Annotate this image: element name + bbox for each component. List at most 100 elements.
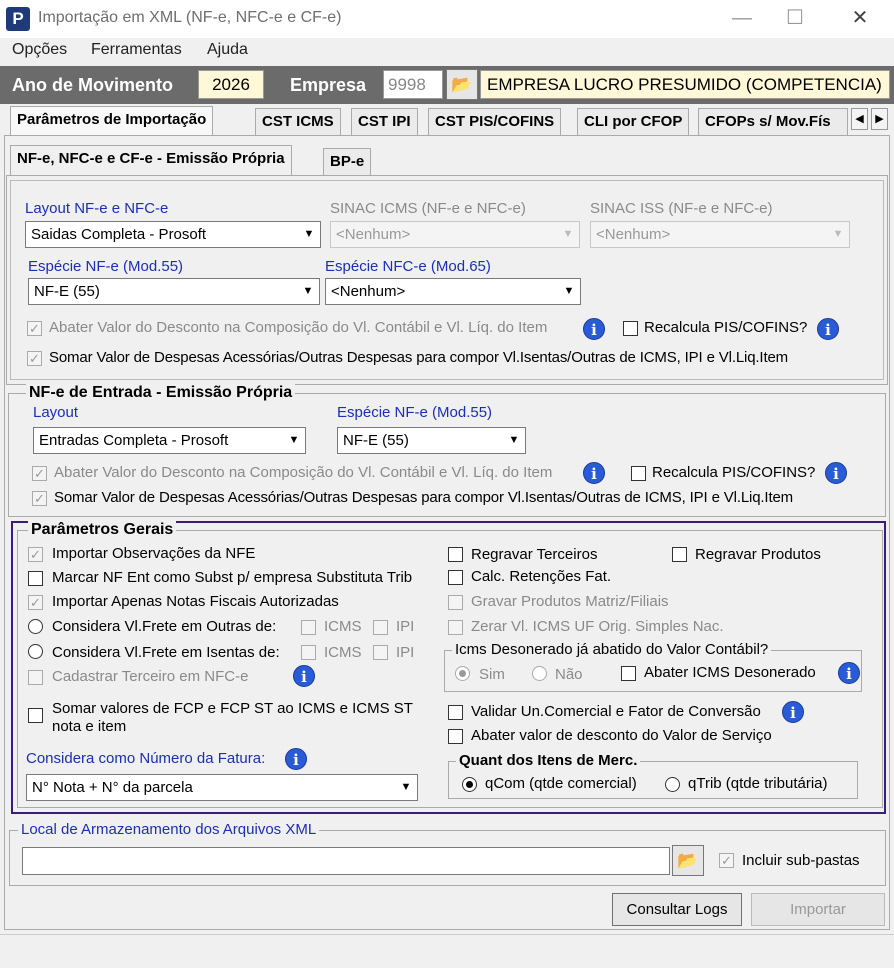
especie-nfe-select[interactable]: NF-E (55) ▼ xyxy=(28,278,320,305)
importar-obs-checkbox[interactable]: ✓ xyxy=(28,547,43,562)
importar-obs-label: Importar Observações da NFE xyxy=(52,545,256,562)
info-icon[interactable]: i xyxy=(825,462,847,484)
minimize-button[interactable]: — xyxy=(722,4,762,32)
sinac-iss-select[interactable]: <Nenhum> ▼ xyxy=(590,221,850,248)
local-path-input[interactable] xyxy=(22,847,670,875)
abater-desonerado-checkbox[interactable] xyxy=(621,666,636,681)
frete-isentas-radio[interactable] xyxy=(28,644,43,659)
recalcula-checkbox[interactable] xyxy=(623,321,638,336)
qcom-radio[interactable] xyxy=(462,777,477,792)
desonerado-sim-radio[interactable] xyxy=(455,666,470,681)
desonerado-nao-radio[interactable] xyxy=(532,666,547,681)
frete-isentas-label: Considera Vl.Frete em Isentas de: xyxy=(52,644,280,661)
frete-isentas-icms-checkbox[interactable] xyxy=(301,645,316,660)
info-icon[interactable]: i xyxy=(817,318,839,340)
especie-nfe-label: Espécie NF-e (Mod.55) xyxy=(28,258,184,275)
importar-button[interactable]: Importar xyxy=(751,893,885,926)
somar-fcp-checkbox[interactable] xyxy=(28,708,43,723)
chevron-down-icon: ▼ xyxy=(400,781,412,793)
importar-autorizadas-checkbox[interactable]: ✓ xyxy=(28,595,43,610)
regravar-produtos-checkbox[interactable] xyxy=(672,547,687,562)
tab-cst-icms[interactable]: CST ICMS xyxy=(255,108,341,136)
close-button[interactable]: ✕ xyxy=(840,4,880,32)
frete-outras-ipi-label: IPI xyxy=(396,618,415,635)
zerar-icms-checkbox[interactable] xyxy=(448,620,463,635)
tab-cfops[interactable]: CFOPs s/ Mov.Fís xyxy=(698,108,848,136)
tab-scroll-left-icon[interactable]: ◀ xyxy=(851,108,868,130)
validar-checkbox[interactable] xyxy=(448,705,463,720)
especie-nfce-label: Espécie NFC-e (Mod.65) xyxy=(325,258,491,275)
empresa-label: Empresa xyxy=(290,75,367,95)
regravar-terceiros-checkbox[interactable] xyxy=(448,547,463,562)
menu-opcoes[interactable]: Opções xyxy=(12,41,67,59)
info-icon[interactable]: i xyxy=(293,665,315,687)
info-icon[interactable]: i xyxy=(285,748,307,770)
chevron-down-icon: ▼ xyxy=(832,228,844,240)
zerar-icms-label: Zerar Vl. ICMS UF Orig. Simples Nac. xyxy=(471,618,724,635)
calc-retencoes-checkbox[interactable] xyxy=(448,570,463,585)
chevron-down-icon: ▼ xyxy=(288,434,300,446)
ano-input[interactable]: 2026 xyxy=(198,70,264,99)
consultar-logs-button[interactable]: Consultar Logs xyxy=(612,893,742,926)
layout-nfe-select[interactable]: Saidas Completa - Prosoft ▼ xyxy=(25,221,321,248)
entrada-abater-label: Abater Valor do Desconto na Composição d… xyxy=(54,464,553,481)
frete-isentas-ipi-checkbox[interactable] xyxy=(373,645,388,660)
menu-ferramentas[interactable]: Ferramentas xyxy=(91,41,182,59)
folder-open-icon[interactable]: 📂 xyxy=(672,845,704,876)
info-icon[interactable]: i xyxy=(782,701,804,723)
sinac-iss-label: SINAC ISS (NF-e e NFC-e) xyxy=(590,200,773,217)
frete-isentas-icms-label: ICMS xyxy=(324,644,362,661)
calc-retencoes-label: Calc. Retenções Fat. xyxy=(471,568,612,585)
abater-desconto-label: Abater Valor do Desconto na Composição d… xyxy=(49,319,548,336)
sinac-icms-select[interactable]: <Nenhum> ▼ xyxy=(330,221,580,248)
subtab-bpe[interactable]: BP-e xyxy=(323,148,372,176)
chevron-down-icon: ▼ xyxy=(563,285,575,297)
tab-cst-pis-cofins[interactable]: CST PIS/COFINS xyxy=(428,108,562,136)
gerais-title: Parâmetros Gerais xyxy=(28,521,177,539)
info-icon[interactable]: i xyxy=(583,462,605,484)
entrada-layout-label: Layout xyxy=(33,404,79,421)
tab-cli-cfop[interactable]: CLI por CFOP xyxy=(577,108,690,136)
incluir-subpastas-checkbox[interactable]: ✓ xyxy=(719,853,734,868)
chevron-down-icon: ▼ xyxy=(562,228,574,240)
menu-ajuda[interactable]: Ajuda xyxy=(207,41,248,59)
chevron-down-icon: ▼ xyxy=(303,228,315,240)
subtab-emissao[interactable]: NF-e, NFC-e e CF-e - Emissão Própria xyxy=(10,145,292,175)
abater-servico-checkbox[interactable] xyxy=(448,729,463,744)
entrada-especie-select[interactable]: NF-E (55) ▼ xyxy=(337,427,526,454)
entrada-recalcula-checkbox[interactable] xyxy=(631,466,646,481)
fatura-select[interactable]: N° Nota + N° da parcela ▼ xyxy=(26,774,418,801)
maximize-button[interactable]: ☐ xyxy=(775,4,815,32)
marcar-nf-checkbox[interactable] xyxy=(28,571,43,586)
tab-scroll-right-icon[interactable]: ▶ xyxy=(871,108,888,130)
tab-parametros[interactable]: Parâmetros de Importação xyxy=(10,106,214,136)
layout-nfe-label: Layout NF-e e NFC-e xyxy=(25,200,169,217)
abater-desconto-checkbox[interactable]: ✓ xyxy=(27,321,42,336)
frete-outras-icms-checkbox[interactable] xyxy=(301,620,316,635)
especie-nfce-select[interactable]: <Nenhum> ▼ xyxy=(325,278,581,305)
entrada-abater-checkbox[interactable]: ✓ xyxy=(32,466,47,481)
info-icon[interactable]: i xyxy=(583,318,605,340)
frete-outras-icms-label: ICMS xyxy=(324,618,362,635)
recalcula-label: Recalcula PIS/COFINS? xyxy=(644,319,808,336)
frete-outras-radio[interactable] xyxy=(28,619,43,634)
info-icon[interactable]: i xyxy=(838,662,860,684)
validar-label: Validar Un.Comercial e Fator de Conversã… xyxy=(471,703,761,720)
fatura-label: Considera como Número da Fatura: xyxy=(26,750,266,767)
regravar-produtos-label: Regravar Produtos xyxy=(695,546,821,563)
frete-outras-ipi-checkbox[interactable] xyxy=(373,620,388,635)
qtrib-radio[interactable] xyxy=(665,777,680,792)
qcom-label: qCom (qtde comercial) xyxy=(485,775,637,792)
empresa-code-input[interactable]: 9998 xyxy=(383,70,443,99)
gravar-produtos-checkbox[interactable] xyxy=(448,595,463,610)
cadastrar-terceiro-checkbox[interactable] xyxy=(28,670,43,685)
somar-despesas-checkbox[interactable]: ✓ xyxy=(27,351,42,366)
frete-outras-label: Considera Vl.Frete em Outras de: xyxy=(52,618,277,635)
tab-cst-ipi[interactable]: CST IPI xyxy=(351,108,418,136)
folder-open-icon[interactable]: 📂 xyxy=(446,69,478,100)
somar-despesas-label: Somar Valor de Despesas Acessórias/Outra… xyxy=(49,349,788,366)
importar-autorizadas-label: Importar Apenas Notas Fiscais Autorizada… xyxy=(52,593,339,610)
entrada-somar-checkbox[interactable]: ✓ xyxy=(32,491,47,506)
entrada-layout-select[interactable]: Entradas Completa - Prosoft ▼ xyxy=(33,427,306,454)
frete-isentas-ipi-label: IPI xyxy=(396,644,415,661)
